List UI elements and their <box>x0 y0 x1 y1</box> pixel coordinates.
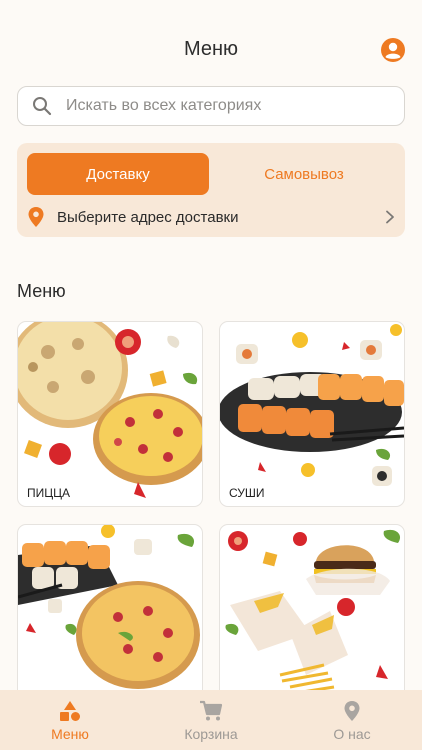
search-input[interactable] <box>66 87 396 124</box>
tab-label: О нас <box>333 726 371 742</box>
category-label: ПИЦЦА <box>27 486 71 500</box>
profile-icon <box>381 38 405 62</box>
category-card-fastfood[interactable] <box>219 524 405 710</box>
delivery-mode-button[interactable]: Доставку <box>27 153 209 195</box>
pizza-image <box>18 322 202 498</box>
pickup-mode-button[interactable]: Самовывоз <box>213 153 395 195</box>
category-card-sushi[interactable]: СУШИ <box>219 321 405 507</box>
delivery-card: Доставку Самовывоз Выберите адрес достав… <box>17 143 405 237</box>
address-selector[interactable]: Выберите адрес доставки <box>27 205 395 229</box>
menu-section-title: Меню <box>17 281 66 301</box>
category-label: СУШИ <box>229 486 265 500</box>
chevron-right-icon <box>386 210 394 224</box>
tab-label: Корзина <box>184 726 238 742</box>
tab-about[interactable]: О нас <box>282 690 422 750</box>
bottom-tab-bar: Меню Корзина О нас <box>0 690 422 750</box>
location-pin-icon <box>344 701 360 721</box>
category-card-pizza[interactable]: ПИЦЦА <box>17 321 203 507</box>
address-prompt: Выберите адрес доставки <box>57 209 239 226</box>
tab-label: Меню <box>51 726 89 742</box>
page-title: Меню <box>183 38 239 60</box>
fastfood-image <box>225 529 401 695</box>
tab-menu[interactable]: Меню <box>0 690 140 750</box>
search-bar[interactable] <box>17 86 405 126</box>
profile-button[interactable] <box>380 37 406 63</box>
search-icon <box>33 97 52 116</box>
location-pin-icon <box>28 207 44 227</box>
sushi-image <box>220 324 404 486</box>
header: Меню <box>0 0 422 80</box>
category-card-combo[interactable] <box>17 524 203 710</box>
menu-shapes-icon <box>60 701 80 721</box>
cart-icon <box>200 700 223 721</box>
combo-image <box>18 525 200 689</box>
tab-cart[interactable]: Корзина <box>141 690 281 750</box>
